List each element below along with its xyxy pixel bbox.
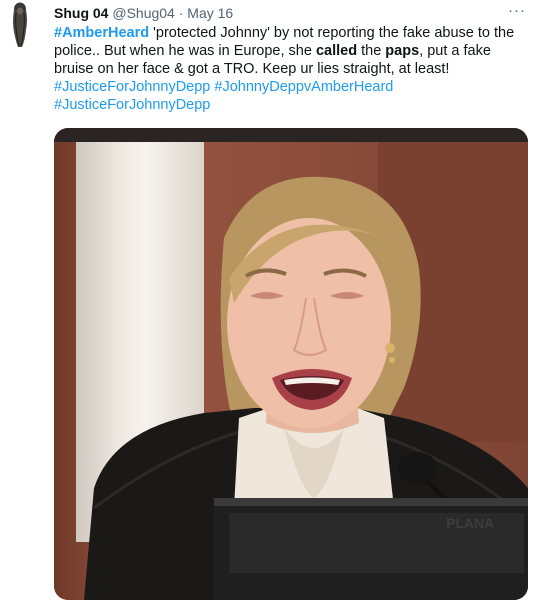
photo-illustration: PLANA [84, 176, 528, 600]
tweet-card[interactable]: Shug 04 @Shug04 · May 16 ··· #AmberHeard… [0, 0, 542, 600]
hashtag-johnnydeppvamberheard[interactable]: #JohnnyDeppvAmberHeard [214, 79, 393, 95]
separator-dot: · [178, 5, 184, 21]
hashtag-justiceforjohnnydepp-2[interactable]: #JusticeForJohnnyDepp [54, 97, 210, 113]
text-segment: the [357, 43, 386, 59]
user-handle[interactable]: @Shug04 [112, 5, 174, 21]
avatar[interactable] [8, 2, 32, 48]
tweet-header: Shug 04 @Shug04 · May 16 [54, 4, 522, 22]
tweet-date[interactable]: May 16 [187, 5, 233, 21]
text-bold-called: called [315, 43, 358, 59]
more-options-icon[interactable]: ··· [508, 2, 526, 19]
display-name[interactable]: Shug 04 [54, 5, 108, 21]
nameplate-text: PLANA [446, 515, 494, 531]
hashtag-justiceforjohnnydepp[interactable]: #JusticeForJohnnyDepp [54, 79, 210, 95]
tweet-text: #AmberHeard 'protected Johnny' by not re… [54, 24, 524, 114]
text-bold-paps: paps [385, 43, 420, 59]
tweet-photo[interactable]: PLANA [54, 128, 528, 600]
hashtag-amberheard[interactable]: #AmberHeard [54, 25, 149, 41]
